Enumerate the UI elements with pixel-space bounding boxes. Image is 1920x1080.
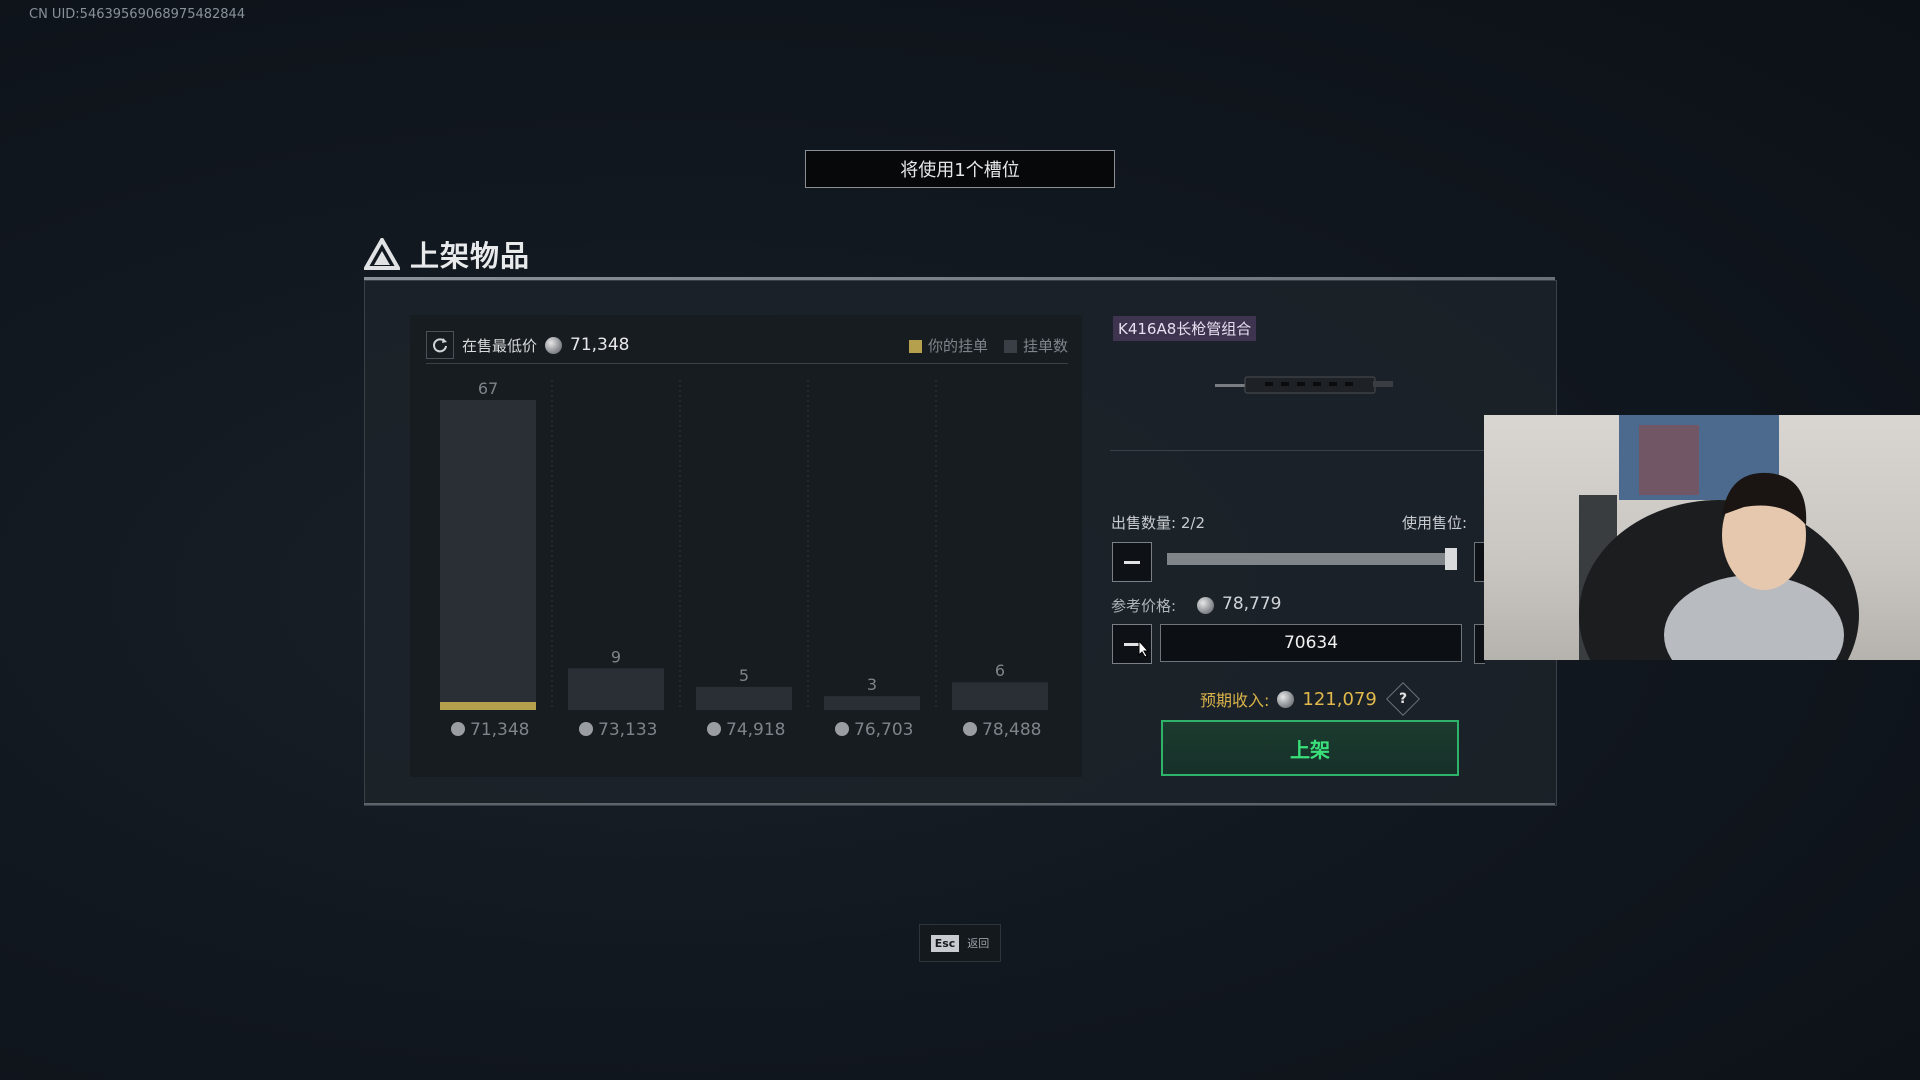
coin-icon <box>579 722 593 736</box>
slot-usage-banner: 将使用1个槽位 <box>805 150 1115 188</box>
coin-icon <box>1277 690 1295 708</box>
esc-key-icon: Esc <box>930 934 960 952</box>
cursor-icon <box>1138 640 1150 658</box>
panel-title: 上架物品 <box>410 239 531 273</box>
panel-header: 上架物品 <box>364 233 530 275</box>
expected-income-label: 预期收入: <box>1200 691 1270 710</box>
lowest-price-label: 在售最低价 <box>462 336 538 355</box>
sell-quantity-label: 出售数量: <box>1111 514 1177 532</box>
coin-icon <box>1197 597 1214 614</box>
webcam-image <box>1579 415 1859 660</box>
uid-label: CN UID:5463956906897548284​4 <box>29 7 246 22</box>
chart-bar <box>824 696 920 710</box>
expected-income: 预期收入: 121,079 ? <box>1200 682 1420 716</box>
chart-value-label: 6 <box>995 661 1005 680</box>
refresh-icon <box>433 338 447 353</box>
chart-category-label: 76,703 <box>854 720 913 740</box>
price-distribution-chart: 在售最低价 71,348 你的挂单 挂单数 67 71,348 9 73,133 5 74… <box>410 315 1082 777</box>
coin-icon <box>707 722 721 736</box>
chart-category-label: 78,488 <box>982 720 1041 740</box>
expected-income-value: 121,079 <box>1302 688 1377 710</box>
chart-bar <box>696 686 792 710</box>
chart-category-label: 74,918 <box>726 720 785 740</box>
legend-count: 挂单数 <box>1003 335 1068 356</box>
item-name-tag: K416A8长枪管组合 <box>1113 316 1257 341</box>
sell-quantity-value: 2/2 <box>1180 514 1205 532</box>
legend-yours-label: 你的挂单 <box>927 336 988 355</box>
quantity-decrease-button[interactable] <box>1112 542 1152 582</box>
minus-icon <box>1124 560 1140 564</box>
barrel-icon <box>1215 376 1393 394</box>
chart-bar <box>952 682 1048 710</box>
chart-category-label: 73,133 <box>598 720 657 740</box>
quantity-slider-thumb[interactable] <box>1445 548 1457 570</box>
reference-price-label: 参考价格: <box>1111 597 1177 615</box>
coin-icon <box>451 722 465 736</box>
lowest-price-value: 71,348 <box>570 335 630 355</box>
chart-value-label: 5 <box>739 666 749 685</box>
webcam-overlay <box>1484 415 1920 660</box>
sell-quantity: 出售数量: 2/2 <box>1111 512 1205 533</box>
chart-bar <box>440 400 536 710</box>
legend-count-label: 挂单数 <box>1022 336 1068 355</box>
list-item-button[interactable]: 上架 <box>1161 720 1459 776</box>
esc-back-label: 返回 <box>967 937 990 950</box>
chart-value-label: 9 <box>611 647 621 666</box>
legend-yours: 你的挂单 <box>908 335 988 356</box>
refresh-button[interactable] <box>426 331 454 359</box>
chart-value-label: 3 <box>867 675 877 694</box>
bar-chart-svg: 67 71,348 9 73,133 5 74,918 3 76,703 6 78,488 <box>440 379 1048 740</box>
legend-yours-swatch <box>908 339 922 353</box>
chart-category-label: 71,348 <box>470 720 529 740</box>
panel-bottom-line <box>364 803 1555 805</box>
use-slots-label: 使用售位: <box>1402 514 1468 532</box>
coin-icon <box>545 336 563 354</box>
price-input[interactable] <box>1160 624 1462 662</box>
coin-icon <box>835 722 849 736</box>
esc-back-hint[interactable]: Esc 返回 <box>919 924 1001 962</box>
delta-logo-icon <box>364 238 400 270</box>
legend-count-swatch <box>1003 339 1017 353</box>
quantity-slider[interactable] <box>1167 548 1457 570</box>
coin-icon <box>963 722 977 736</box>
chart-bar-yours <box>440 702 536 710</box>
help-button[interactable]: ? <box>1385 682 1420 716</box>
chart-value-label: 67 <box>478 379 498 398</box>
chart-legend: 你的挂单 挂单数 <box>908 335 1068 356</box>
help-icon: ? <box>1398 691 1407 707</box>
chart-bar <box>568 668 664 710</box>
quantity-slider-fill <box>1167 553 1457 565</box>
chart-header: 在售最低价 71,348 你的挂单 挂单数 <box>426 327 1068 364</box>
reference-price-value: 78,779 <box>1222 594 1282 614</box>
